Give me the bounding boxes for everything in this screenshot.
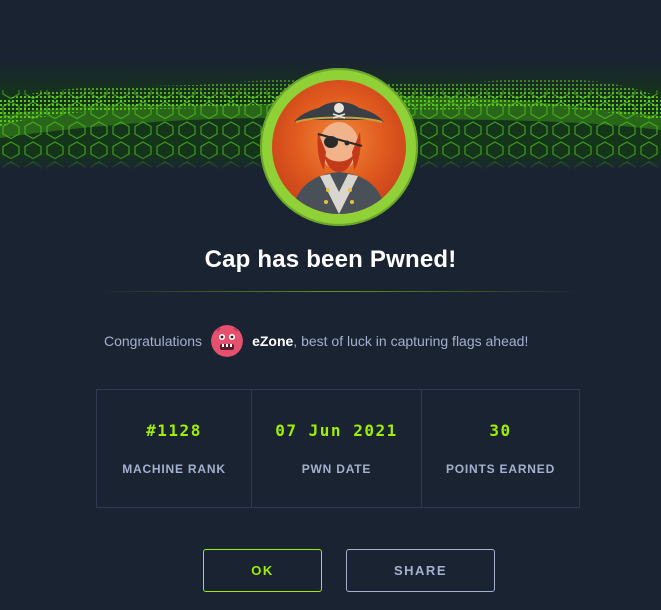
stat-pwn-date: 07 Jun 2021 PWN DATE [252,390,422,507]
stat-label: PWN DATE [301,462,372,476]
stat-label: POINTS EARNED [445,462,556,476]
pink-monster-avatar-icon [211,325,244,357]
title-divider [96,291,580,292]
machine-avatar [260,68,418,226]
share-button[interactable]: SHARE [346,549,495,592]
congrats-line: Congratulations eZone , best of luck in … [104,325,528,357]
page-title: Cap has been Pwned! [204,246,457,273]
stat-value: #1128 [146,421,202,440]
congrats-suffix: , best of luck in capturing flags ahead! [293,333,529,349]
stat-label: MACHINE RANK [122,462,226,476]
username[interactable]: eZone [252,333,293,349]
stat-value: 30 [489,421,512,440]
pwned-modal: Cap has been Pwned! Congratulations eZon… [0,0,661,610]
stats-panel: #1128 MACHINE RANK 07 Jun 2021 PWN DATE … [96,389,580,508]
stat-value: 07 Jun 2021 [275,421,398,440]
congrats-prefix: Congratulations [104,333,203,349]
ok-button[interactable]: OK [203,549,322,592]
stat-points-earned: 30 POINTS EARNED [422,390,579,507]
pirate-captain-icon [272,80,406,214]
stat-machine-rank: #1128 MACHINE RANK [97,390,252,507]
